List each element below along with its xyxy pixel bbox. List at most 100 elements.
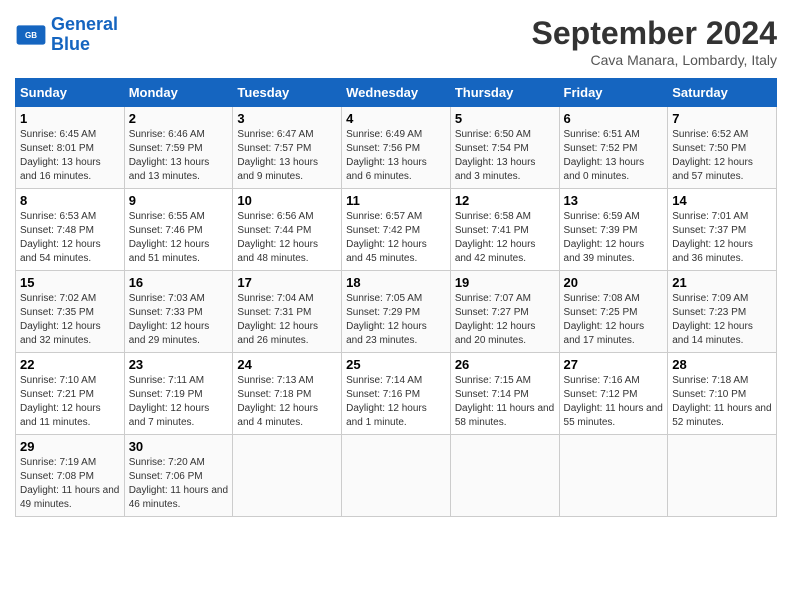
day-number: 13 (564, 193, 664, 208)
month-year: September 2024 (532, 15, 777, 52)
day-number: 8 (20, 193, 120, 208)
day-info: Sunrise: 6:46 AMSunset: 7:59 PMDaylight:… (129, 129, 210, 182)
table-row: 28 Sunrise: 7:18 AMSunset: 7:10 PMDaylig… (668, 353, 777, 435)
calendar-week-3: 15 Sunrise: 7:02 AMSunset: 7:35 PMDaylig… (16, 271, 777, 353)
header-wednesday: Wednesday (342, 79, 451, 107)
day-info: Sunrise: 6:55 AMSunset: 7:46 PMDaylight:… (129, 211, 210, 264)
day-number: 24 (237, 357, 337, 372)
header-saturday: Saturday (668, 79, 777, 107)
table-row: 16 Sunrise: 7:03 AMSunset: 7:33 PMDaylig… (124, 271, 233, 353)
day-number: 12 (455, 193, 555, 208)
table-row: 27 Sunrise: 7:16 AMSunset: 7:12 PMDaylig… (559, 353, 668, 435)
day-number: 17 (237, 275, 337, 290)
table-row: 19 Sunrise: 7:07 AMSunset: 7:27 PMDaylig… (450, 271, 559, 353)
table-row: 21 Sunrise: 7:09 AMSunset: 7:23 PMDaylig… (668, 271, 777, 353)
table-row: 12 Sunrise: 6:58 AMSunset: 7:41 PMDaylig… (450, 189, 559, 271)
header: GB General Blue September 2024 Cava Mana… (15, 15, 777, 68)
day-info: Sunrise: 7:07 AMSunset: 7:27 PMDaylight:… (455, 293, 536, 346)
table-row (342, 435, 451, 517)
logo-icon: GB (15, 19, 47, 51)
day-number: 27 (564, 357, 664, 372)
day-info: Sunrise: 6:53 AMSunset: 7:48 PMDaylight:… (20, 211, 101, 264)
table-row: 10 Sunrise: 6:56 AMSunset: 7:44 PMDaylig… (233, 189, 342, 271)
table-row: 17 Sunrise: 7:04 AMSunset: 7:31 PMDaylig… (233, 271, 342, 353)
day-number: 26 (455, 357, 555, 372)
day-info: Sunrise: 6:45 AMSunset: 8:01 PMDaylight:… (20, 129, 101, 182)
day-info: Sunrise: 6:47 AMSunset: 7:57 PMDaylight:… (237, 129, 318, 182)
location: Cava Manara, Lombardy, Italy (532, 52, 777, 68)
table-row: 13 Sunrise: 6:59 AMSunset: 7:39 PMDaylig… (559, 189, 668, 271)
day-info: Sunrise: 7:10 AMSunset: 7:21 PMDaylight:… (20, 375, 101, 428)
logo-line2: Blue (51, 35, 118, 55)
table-row (668, 435, 777, 517)
day-info: Sunrise: 6:51 AMSunset: 7:52 PMDaylight:… (564, 129, 645, 182)
day-number: 2 (129, 111, 229, 126)
day-info: Sunrise: 7:20 AMSunset: 7:06 PMDaylight:… (129, 457, 228, 510)
day-number: 10 (237, 193, 337, 208)
table-row: 29 Sunrise: 7:19 AMSunset: 7:08 PMDaylig… (16, 435, 125, 517)
table-row: 15 Sunrise: 7:02 AMSunset: 7:35 PMDaylig… (16, 271, 125, 353)
table-row: 18 Sunrise: 7:05 AMSunset: 7:29 PMDaylig… (342, 271, 451, 353)
day-number: 9 (129, 193, 229, 208)
calendar-week-2: 8 Sunrise: 6:53 AMSunset: 7:48 PMDayligh… (16, 189, 777, 271)
day-number: 5 (455, 111, 555, 126)
day-info: Sunrise: 7:16 AMSunset: 7:12 PMDaylight:… (564, 375, 663, 428)
day-info: Sunrise: 6:56 AMSunset: 7:44 PMDaylight:… (237, 211, 318, 264)
table-row: 4 Sunrise: 6:49 AMSunset: 7:56 PMDayligh… (342, 107, 451, 189)
day-info: Sunrise: 7:13 AMSunset: 7:18 PMDaylight:… (237, 375, 318, 428)
table-row: 14 Sunrise: 7:01 AMSunset: 7:37 PMDaylig… (668, 189, 777, 271)
weekday-header-row: Sunday Monday Tuesday Wednesday Thursday… (16, 79, 777, 107)
header-friday: Friday (559, 79, 668, 107)
table-row: 8 Sunrise: 6:53 AMSunset: 7:48 PMDayligh… (16, 189, 125, 271)
header-sunday: Sunday (16, 79, 125, 107)
calendar-week-5: 29 Sunrise: 7:19 AMSunset: 7:08 PMDaylig… (16, 435, 777, 517)
day-number: 20 (564, 275, 664, 290)
table-row (233, 435, 342, 517)
table-row: 2 Sunrise: 6:46 AMSunset: 7:59 PMDayligh… (124, 107, 233, 189)
day-info: Sunrise: 7:02 AMSunset: 7:35 PMDaylight:… (20, 293, 101, 346)
day-info: Sunrise: 7:03 AMSunset: 7:33 PMDaylight:… (129, 293, 210, 346)
day-number: 21 (672, 275, 772, 290)
header-tuesday: Tuesday (233, 79, 342, 107)
day-number: 15 (20, 275, 120, 290)
day-info: Sunrise: 7:05 AMSunset: 7:29 PMDaylight:… (346, 293, 427, 346)
day-info: Sunrise: 6:59 AMSunset: 7:39 PMDaylight:… (564, 211, 645, 264)
table-row: 1 Sunrise: 6:45 AMSunset: 8:01 PMDayligh… (16, 107, 125, 189)
table-row: 24 Sunrise: 7:13 AMSunset: 7:18 PMDaylig… (233, 353, 342, 435)
header-thursday: Thursday (450, 79, 559, 107)
day-number: 19 (455, 275, 555, 290)
table-row: 7 Sunrise: 6:52 AMSunset: 7:50 PMDayligh… (668, 107, 777, 189)
table-row: 26 Sunrise: 7:15 AMSunset: 7:14 PMDaylig… (450, 353, 559, 435)
table-row: 22 Sunrise: 7:10 AMSunset: 7:21 PMDaylig… (16, 353, 125, 435)
day-number: 29 (20, 439, 120, 454)
table-row: 9 Sunrise: 6:55 AMSunset: 7:46 PMDayligh… (124, 189, 233, 271)
calendar-week-4: 22 Sunrise: 7:10 AMSunset: 7:21 PMDaylig… (16, 353, 777, 435)
table-row: 6 Sunrise: 6:51 AMSunset: 7:52 PMDayligh… (559, 107, 668, 189)
day-number: 11 (346, 193, 446, 208)
table-row: 25 Sunrise: 7:14 AMSunset: 7:16 PMDaylig… (342, 353, 451, 435)
day-number: 1 (20, 111, 120, 126)
day-info: Sunrise: 6:52 AMSunset: 7:50 PMDaylight:… (672, 129, 753, 182)
table-row: 20 Sunrise: 7:08 AMSunset: 7:25 PMDaylig… (559, 271, 668, 353)
day-info: Sunrise: 6:57 AMSunset: 7:42 PMDaylight:… (346, 211, 427, 264)
day-number: 18 (346, 275, 446, 290)
day-number: 28 (672, 357, 772, 372)
table-row: 3 Sunrise: 6:47 AMSunset: 7:57 PMDayligh… (233, 107, 342, 189)
table-row: 23 Sunrise: 7:11 AMSunset: 7:19 PMDaylig… (124, 353, 233, 435)
day-number: 25 (346, 357, 446, 372)
day-number: 30 (129, 439, 229, 454)
day-info: Sunrise: 7:15 AMSunset: 7:14 PMDaylight:… (455, 375, 554, 428)
title-block: September 2024 Cava Manara, Lombardy, It… (532, 15, 777, 68)
table-row: 11 Sunrise: 6:57 AMSunset: 7:42 PMDaylig… (342, 189, 451, 271)
logo-line1: General (51, 14, 118, 34)
day-info: Sunrise: 7:11 AMSunset: 7:19 PMDaylight:… (129, 375, 210, 428)
day-info: Sunrise: 7:09 AMSunset: 7:23 PMDaylight:… (672, 293, 753, 346)
svg-text:GB: GB (25, 31, 37, 40)
day-number: 23 (129, 357, 229, 372)
day-info: Sunrise: 7:14 AMSunset: 7:16 PMDaylight:… (346, 375, 427, 428)
calendar-table: Sunday Monday Tuesday Wednesday Thursday… (15, 78, 777, 517)
day-info: Sunrise: 7:19 AMSunset: 7:08 PMDaylight:… (20, 457, 119, 510)
table-row: 5 Sunrise: 6:50 AMSunset: 7:54 PMDayligh… (450, 107, 559, 189)
day-number: 6 (564, 111, 664, 126)
day-number: 22 (20, 357, 120, 372)
